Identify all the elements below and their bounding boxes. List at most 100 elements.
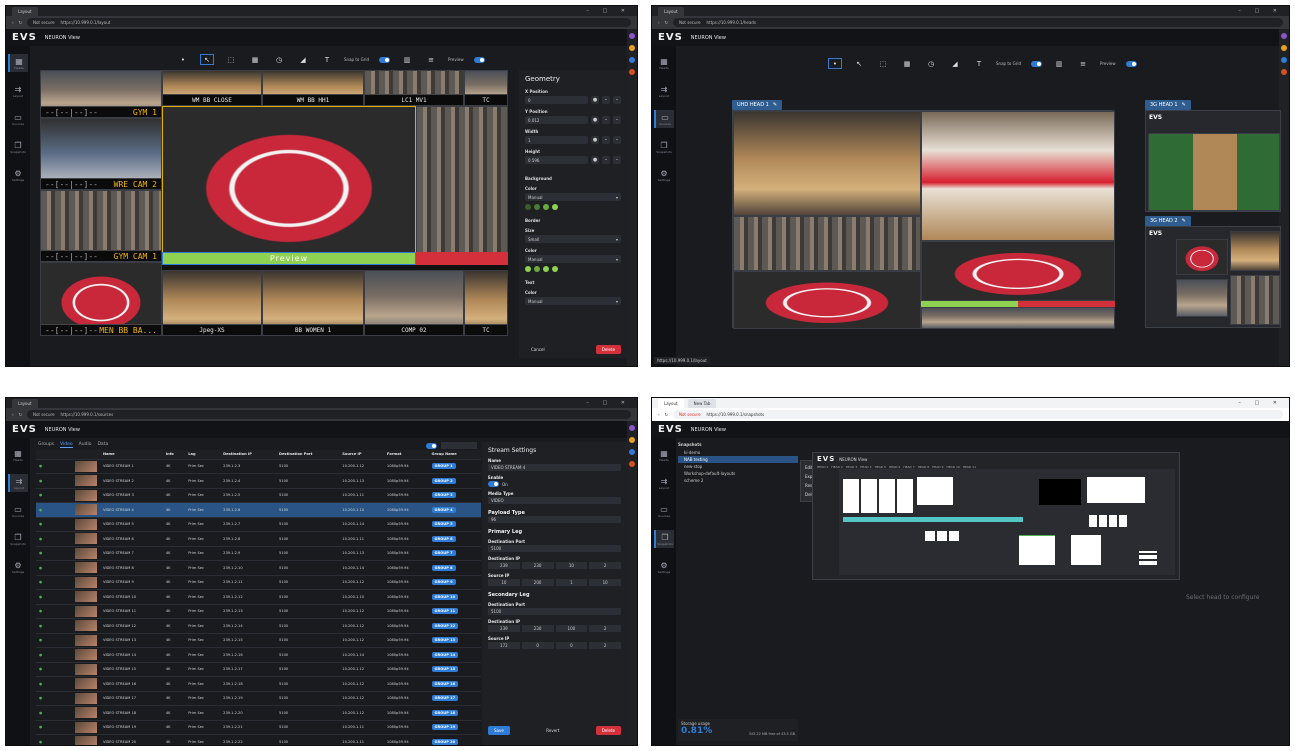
rect-tool-icon[interactable]: ⬚ xyxy=(224,54,238,65)
table-row[interactable]: ● VIDEO STREAM 1 4K Prim Sec 239.1.2.3 5100 10… xyxy=(36,458,481,474)
delete-button[interactable]: Delete xyxy=(595,726,621,735)
head-thumb[interactable] xyxy=(1039,479,1081,505)
extension-icon[interactable] xyxy=(1281,45,1287,51)
browser-tab-new[interactable]: New Tab xyxy=(687,398,717,408)
col-src-ip[interactable]: Source IP xyxy=(339,450,384,459)
head-tab[interactable]: HEAD 1 xyxy=(817,465,828,469)
table-row[interactable]: ● VIDEO STREAM 12 4K Prim Sec 239.1.2.14 5100… xyxy=(36,618,481,633)
audio-tool-icon[interactable]: ◢ xyxy=(948,58,962,69)
checkbox[interactable]: ● xyxy=(39,508,42,512)
url-field[interactable]: Not secure https://10.999.0.1/heads xyxy=(672,18,1283,27)
head-thumb[interactable] xyxy=(917,477,953,505)
col-group[interactable]: Group Name xyxy=(428,450,481,459)
tile-wrestling-sm[interactable] xyxy=(733,271,921,329)
table-row[interactable]: ● VIDEO STREAM 19 4K Prim Sec 239.1.2.21 5100… xyxy=(36,719,481,735)
tab-audio[interactable]: Audio xyxy=(79,442,92,448)
url-field[interactable]: Not secure https://10.999.0.1/sources xyxy=(26,410,631,419)
src-ip2-input[interactable]: 172 0 0 2 xyxy=(488,642,621,649)
tile-bottom-row[interactable] xyxy=(921,307,1115,329)
border-swatches[interactable] xyxy=(525,266,621,272)
tab-groups[interactable]: Groups xyxy=(38,442,54,448)
head-label-3g2[interactable]: 3G HEAD 2 ✎ xyxy=(1145,216,1191,226)
width-input[interactable]: 1 xyxy=(525,136,588,144)
snap-toggle[interactable] xyxy=(379,56,391,63)
nav-snapshots[interactable]: ❐ Snapshots xyxy=(654,530,674,548)
tile-tc[interactable]: TC xyxy=(464,70,508,106)
window-controls[interactable]: – □ ✕ xyxy=(1238,8,1283,14)
head-3g1[interactable]: EVS xyxy=(1145,110,1281,212)
table-row[interactable]: ● VIDEO STREAM 11 4K Prim Sec 239.1.2.13 5100… xyxy=(36,603,481,619)
src-ip-input[interactable]: 10 200 1 10 xyxy=(488,579,621,586)
extension-icon[interactable] xyxy=(629,57,635,63)
checkbox[interactable]: ● xyxy=(39,493,42,497)
tile-court-row[interactable] xyxy=(733,216,921,271)
tile-court-grid[interactable] xyxy=(733,111,921,216)
tile-men-bb[interactable]: --[--|--]-- MEN BB BA... xyxy=(40,262,162,336)
head-thumb[interactable] xyxy=(1089,515,1129,527)
extension-icon[interactable] xyxy=(629,33,635,39)
delete-button[interactable]: Delete xyxy=(595,345,621,354)
tree-item[interactable]: Workshop-default-layouts xyxy=(678,470,798,477)
checkbox[interactable]: ● xyxy=(39,566,42,570)
extension-icon[interactable] xyxy=(629,45,635,51)
grid-tool-icon[interactable]: ▦ xyxy=(900,58,914,69)
nav-heads[interactable]: ▦ Heads xyxy=(8,54,28,72)
decrement-button[interactable]: – xyxy=(602,156,610,164)
tile-main-wrestling[interactable] xyxy=(162,106,416,256)
y-position-input[interactable]: 0.012 xyxy=(525,116,588,124)
head-thumb[interactable] xyxy=(1019,535,1055,565)
increment-button[interactable]: – xyxy=(613,96,621,104)
checkbox[interactable]: ● xyxy=(39,522,42,526)
checkbox[interactable]: ● xyxy=(39,479,42,483)
text-tool-icon[interactable]: T xyxy=(320,54,334,65)
increment-button[interactable]: – xyxy=(613,116,621,124)
tile-tc-2[interactable]: TC xyxy=(464,270,508,336)
table-row[interactable]: ● VIDEO STREAM 8 4K Prim Sec 239.1.2.10 5100 1… xyxy=(36,560,481,575)
col-info[interactable]: Info xyxy=(162,450,186,459)
nav-layout[interactable]: ⇉ Layout xyxy=(8,474,28,492)
extension-icon[interactable] xyxy=(1281,33,1287,39)
tab-video[interactable]: Video xyxy=(60,442,73,448)
decrement-button[interactable]: – xyxy=(602,96,610,104)
preview-bar[interactable]: Preview xyxy=(162,252,416,265)
nav-settings[interactable]: ⚙ Settings xyxy=(8,558,28,576)
table-row[interactable]: ● VIDEO STREAM 14 4K Prim Sec 239.1.2.16 5100… xyxy=(36,647,481,662)
col-dest-ip[interactable]: Destination IP xyxy=(220,450,277,459)
text-color-select[interactable]: Manual ▾ xyxy=(525,297,621,305)
table-row[interactable]: ● VIDEO STREAM 20 4K Prim Sec 239.1.2.22 5100… xyxy=(36,734,481,745)
checkbox[interactable]: ● xyxy=(39,740,42,744)
media-type-input[interactable]: VIDEO xyxy=(488,497,621,504)
cancel-button[interactable]: Cancel xyxy=(525,345,551,354)
nav-snapshots[interactable]: ❐ Snapshots xyxy=(8,530,28,548)
snap-toggle[interactable] xyxy=(1031,60,1043,67)
checkbox[interactable]: ● xyxy=(39,725,42,729)
col-dest-port[interactable]: Destination Port xyxy=(276,450,340,459)
table-row[interactable]: ● VIDEO STREAM 17 4K Prim Sec 239.1.2.19 5100… xyxy=(36,690,481,706)
back-icon[interactable]: ‹ xyxy=(658,412,660,417)
head-label-3g1[interactable]: 3G HEAD 1 ✎ xyxy=(1145,100,1191,110)
tree-item[interactable]: new-stop xyxy=(678,463,798,470)
extension-icon[interactable] xyxy=(629,461,635,467)
revert-button[interactable]: Revert xyxy=(540,726,565,735)
tile-jpeg-xs[interactable]: Jpeg-XS xyxy=(162,270,262,336)
table-row[interactable]: ● VIDEO STREAM 10 4K Prim Sec 239.1.2.12 5100… xyxy=(36,589,481,604)
clock-tool-icon[interactable]: ◷ xyxy=(924,58,938,69)
payload-input[interactable]: 96 xyxy=(488,516,621,523)
url-field[interactable]: Not secure https://10.999.0.1/layout xyxy=(26,18,631,27)
text-tool-icon[interactable]: T xyxy=(972,58,986,69)
head-uhd1[interactable] xyxy=(732,110,1115,329)
nav-sources[interactable]: ▭ Sources xyxy=(654,502,674,520)
tab-data[interactable]: Data xyxy=(97,442,108,448)
table-row[interactable]: ● VIDEO STREAM 16 4K Prim Sec 239.1.2.18 5100… xyxy=(36,676,481,691)
table-row[interactable]: ● VIDEO STREAM 4 4K Prim Sec 239.1.2.6 5100 10… xyxy=(36,502,481,517)
extension-icon[interactable] xyxy=(629,449,635,455)
head-label-uhd1[interactable]: UHD HEAD 1 ✎ xyxy=(732,100,783,110)
x-position-input[interactable]: 0 xyxy=(525,96,588,104)
window-controls[interactable]: – □ ✕ xyxy=(586,8,631,14)
table-row[interactable]: ● VIDEO STREAM 3 4K Prim Sec 239.1.2.5 5100 10… xyxy=(36,487,481,503)
back-icon[interactable]: ‹ xyxy=(12,20,14,25)
save-button[interactable]: Save xyxy=(488,726,510,735)
nav-snapshots[interactable]: ❐ Snapshots xyxy=(654,138,674,156)
align-icon[interactable]: ≡ xyxy=(1076,58,1090,69)
table-row[interactable]: ● VIDEO STREAM 9 4K Prim Sec 239.1.2.11 5100 1… xyxy=(36,574,481,590)
